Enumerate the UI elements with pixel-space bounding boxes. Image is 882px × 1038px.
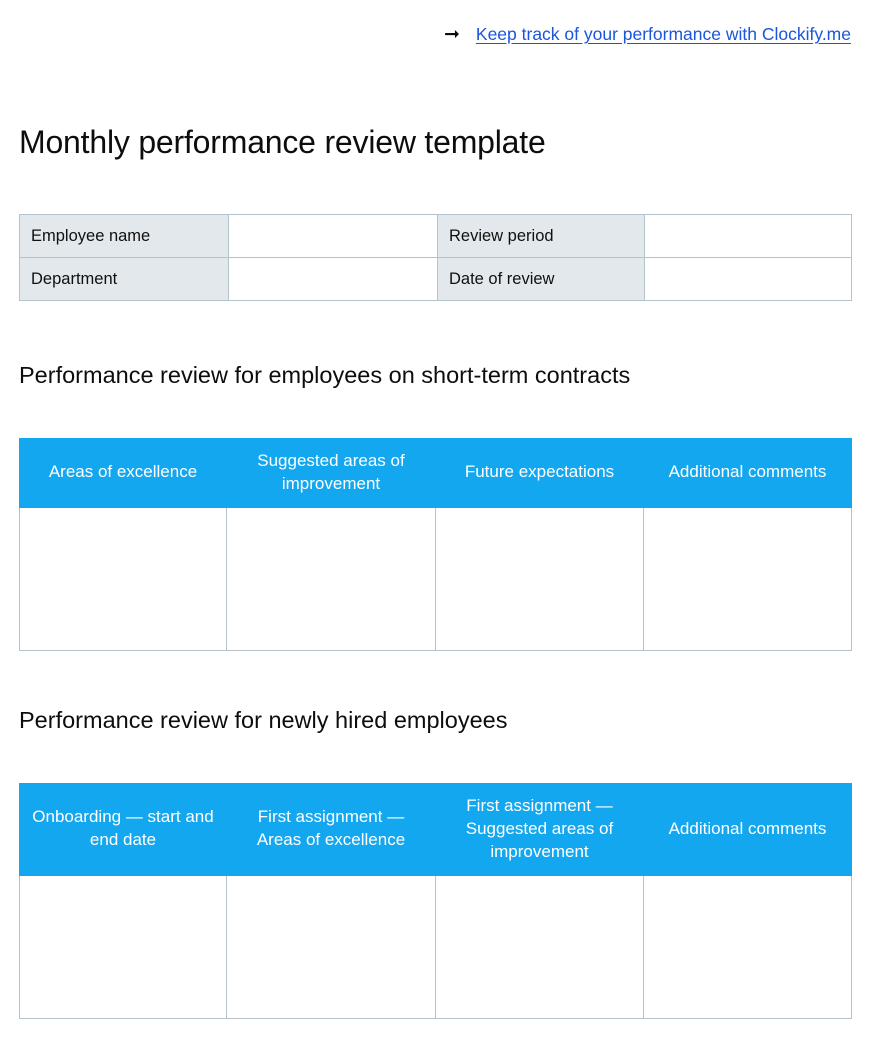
cell-onboarding-dates[interactable] bbox=[19, 874, 227, 1019]
column-header-first-assignment-suggested-areas-of-improvement: First assignment — Suggested areas of im… bbox=[435, 783, 644, 876]
table-header-row: Areas of excellence Suggested areas of i… bbox=[19, 438, 852, 508]
promo-banner: ➞ Keep track of your performance with Cl… bbox=[0, 24, 851, 45]
department-value[interactable] bbox=[228, 257, 438, 301]
page-title: Monthly performance review template bbox=[19, 124, 546, 160]
review-period-label: Review period bbox=[437, 214, 645, 258]
review-period-value[interactable] bbox=[644, 214, 852, 258]
cell-suggested-areas-of-improvement[interactable] bbox=[226, 506, 436, 651]
cell-additional-comments[interactable] bbox=[643, 506, 852, 651]
employee-name-label: Employee name bbox=[19, 214, 229, 258]
document-page: ➞ Keep track of your performance with Cl… bbox=[0, 0, 882, 1038]
table-header-row: Onboarding — start and end date First as… bbox=[19, 783, 852, 876]
table-row: Department Date of review bbox=[19, 257, 852, 301]
column-header-onboarding-dates: Onboarding — start and end date bbox=[19, 783, 227, 876]
cell-first-assignment-areas-of-excellence[interactable] bbox=[226, 874, 436, 1019]
section-heading-newly-hired: Performance review for newly hired emplo… bbox=[19, 707, 508, 733]
column-header-future-expectations: Future expectations bbox=[435, 438, 644, 508]
employee-info-table: Employee name Review period Department D… bbox=[19, 214, 852, 301]
section-heading-short-term: Performance review for employees on shor… bbox=[19, 362, 631, 388]
clockify-promo-link[interactable]: Keep track of your performance with Cloc… bbox=[476, 24, 851, 45]
column-header-additional-comments: Additional comments bbox=[643, 438, 852, 508]
employee-name-value[interactable] bbox=[228, 214, 438, 258]
table-row: Employee name Review period bbox=[19, 214, 852, 258]
column-header-areas-of-excellence: Areas of excellence bbox=[19, 438, 227, 508]
cell-areas-of-excellence[interactable] bbox=[19, 506, 227, 651]
column-header-first-assignment-areas-of-excellence: First assignment — Areas of excellence bbox=[226, 783, 436, 876]
date-of-review-value[interactable] bbox=[644, 257, 852, 301]
newly-hired-review-table: Onboarding — start and end date First as… bbox=[19, 783, 852, 1019]
short-term-review-table: Areas of excellence Suggested areas of i… bbox=[19, 438, 852, 651]
arrow-right-icon: ➞ bbox=[443, 23, 460, 45]
date-of-review-label: Date of review bbox=[437, 257, 645, 301]
cell-future-expectations[interactable] bbox=[435, 506, 644, 651]
column-header-suggested-areas-of-improvement: Suggested areas of improvement bbox=[226, 438, 436, 508]
column-header-additional-comments: Additional comments bbox=[643, 783, 852, 876]
table-row bbox=[19, 506, 852, 651]
department-label: Department bbox=[19, 257, 229, 301]
cell-additional-comments[interactable] bbox=[643, 874, 852, 1019]
table-row bbox=[19, 874, 852, 1019]
cell-first-assignment-suggested-areas-of-improvement[interactable] bbox=[435, 874, 644, 1019]
